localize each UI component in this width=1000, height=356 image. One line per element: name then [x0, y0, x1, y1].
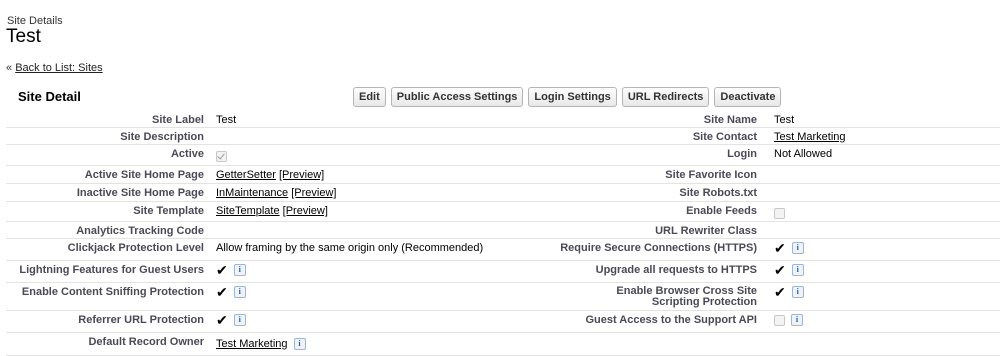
- site-template-label: Site Template: [133, 205, 204, 217]
- edit-button[interactable]: Edit: [353, 87, 386, 107]
- xss-protection-value: ✔ i: [774, 284, 804, 301]
- section-title: Site Detail: [18, 89, 81, 104]
- checkmark-icon: ✔: [774, 262, 786, 279]
- enable-feeds-value: [774, 207, 785, 219]
- upgrade-https-value: ✔ i: [774, 262, 804, 279]
- active-home-value: GetterSetter [Preview]: [216, 169, 324, 181]
- login-label: Login: [727, 148, 757, 160]
- detail-row: Site Template SiteTemplate [Preview] Ena…: [6, 202, 1000, 222]
- url-redirects-button[interactable]: URL Redirects: [621, 87, 710, 107]
- detail-row: Site Description Site Contact Test Marke…: [6, 128, 1000, 145]
- guest-support-value: i: [774, 314, 803, 327]
- checkmark-icon: ✔: [774, 284, 786, 301]
- site-template-preview-link[interactable]: [Preview]: [283, 205, 328, 217]
- active-home-preview-link[interactable]: [Preview]: [279, 169, 324, 181]
- guest-support-checkbox: [774, 314, 785, 326]
- checkmark-icon: ✔: [216, 262, 228, 279]
- checkmark-icon: ✔: [216, 284, 228, 301]
- lightning-guest-value: ✔ i: [216, 262, 246, 279]
- detail-row: Default Record Owner Test Marketing i: [6, 333, 1000, 356]
- breadcrumb: « Back to List: Sites: [6, 62, 103, 74]
- favicon-label: Site Favorite Icon: [665, 169, 757, 181]
- site-description-label: Site Description: [120, 131, 204, 143]
- clickjack-value: Allow framing by the same origin only (R…: [216, 242, 484, 254]
- site-contact-link[interactable]: Test Marketing: [774, 131, 846, 143]
- login-settings-button[interactable]: Login Settings: [528, 87, 617, 107]
- inactive-home-value: InMaintenance [Preview]: [216, 187, 336, 199]
- active-value: [216, 150, 227, 162]
- back-chevron: «: [6, 62, 13, 74]
- detail-row: Enable Content Sniffing Protection ✔ i En…: [6, 283, 1000, 311]
- info-icon[interactable]: i: [233, 286, 246, 299]
- record-owner-label: Default Record Owner: [88, 336, 204, 348]
- info-icon[interactable]: i: [791, 242, 804, 255]
- active-label: Active: [170, 148, 204, 160]
- site-template-value: SiteTemplate [Preview]: [216, 205, 328, 217]
- detail-row: Lightning Features for Guest Users ✔ i Up…: [6, 261, 1000, 283]
- active-home-label: Active Site Home Page: [84, 169, 204, 181]
- info-icon[interactable]: i: [791, 314, 803, 327]
- xss-protection-label: Enable Browser Cross Site Scripting Prot…: [616, 285, 757, 308]
- detail-row: Clickjack Protection Level Allow framing…: [6, 239, 1000, 261]
- inactive-home-label: Inactive Site Home Page: [76, 187, 204, 199]
- detail-row: Analytics Tracking Code URL Rewriter Cla…: [6, 222, 1000, 239]
- analytics-label: Analytics Tracking Code: [76, 225, 204, 237]
- record-owner-link[interactable]: Test Marketing: [216, 338, 288, 350]
- info-icon[interactable]: i: [233, 314, 246, 327]
- detail-row: Referrer URL Protection ✔ i Guest Access …: [6, 311, 1000, 333]
- site-label-value: Test: [216, 114, 237, 126]
- inactive-home-preview-link[interactable]: [Preview]: [291, 187, 336, 199]
- detail-row: Active Site Home Page GetterSetter [Prev…: [6, 166, 1000, 184]
- secure-connections-label: Require Secure Connections (HTTPS): [560, 242, 757, 254]
- checkmark-icon: ✔: [774, 240, 786, 257]
- active-home-link[interactable]: GetterSetter: [216, 169, 276, 181]
- content-sniffing-value: ✔ i: [216, 284, 246, 301]
- site-name-label: Site Name: [703, 114, 757, 126]
- referrer-label: Referrer URL Protection: [78, 314, 204, 326]
- page-title: Test: [6, 26, 41, 47]
- checkmark-icon: ✔: [216, 312, 228, 329]
- info-icon[interactable]: i: [791, 264, 804, 277]
- enable-feeds-label: Enable Feeds: [686, 205, 757, 217]
- content-sniffing-label: Enable Content Sniffing Protection: [21, 286, 204, 298]
- lightning-guest-label: Lightning Features for Guest Users: [19, 264, 204, 276]
- upgrade-https-label: Upgrade all requests to HTTPS: [595, 264, 757, 276]
- detail-row: Inactive Site Home Page InMaintenance [P…: [6, 184, 1000, 202]
- site-label-label: Site Label: [152, 114, 204, 126]
- guest-support-label: Guest Access to the Support API: [585, 314, 757, 326]
- active-checkbox: [216, 150, 227, 162]
- url-rewriter-label: URL Rewriter Class: [655, 225, 757, 237]
- info-icon[interactable]: i: [293, 338, 306, 351]
- clickjack-label: Clickjack Protection Level: [67, 242, 204, 254]
- inactive-home-link[interactable]: InMaintenance: [216, 187, 288, 199]
- login-value: Not Allowed: [774, 148, 833, 160]
- deactivate-button[interactable]: Deactivate: [714, 87, 782, 107]
- site-contact-label: Site Contact: [692, 131, 757, 143]
- detail-row: Site Label Test Site Name Test: [6, 111, 1000, 128]
- public-access-settings-button[interactable]: Public Access Settings: [390, 87, 524, 107]
- back-to-list-link[interactable]: Back to List: Sites: [15, 62, 102, 74]
- info-icon[interactable]: i: [233, 264, 246, 277]
- site-name-value: Test: [774, 114, 795, 126]
- info-icon[interactable]: i: [791, 286, 804, 299]
- referrer-value: ✔ i: [216, 312, 246, 329]
- detail-row: Active Login Not Allowed: [6, 145, 1000, 166]
- detail-table: Site Label Test Site Name Test Site Desc…: [6, 111, 1000, 356]
- secure-connections-value: ✔ i: [774, 240, 804, 257]
- robots-label: Site Robots.txt: [679, 187, 757, 199]
- button-bar: Edit Public Access Settings Login Settin…: [353, 87, 782, 107]
- record-owner-value: Test Marketing i: [216, 338, 306, 351]
- enable-feeds-checkbox: [774, 207, 785, 219]
- site-template-link[interactable]: SiteTemplate: [216, 205, 280, 217]
